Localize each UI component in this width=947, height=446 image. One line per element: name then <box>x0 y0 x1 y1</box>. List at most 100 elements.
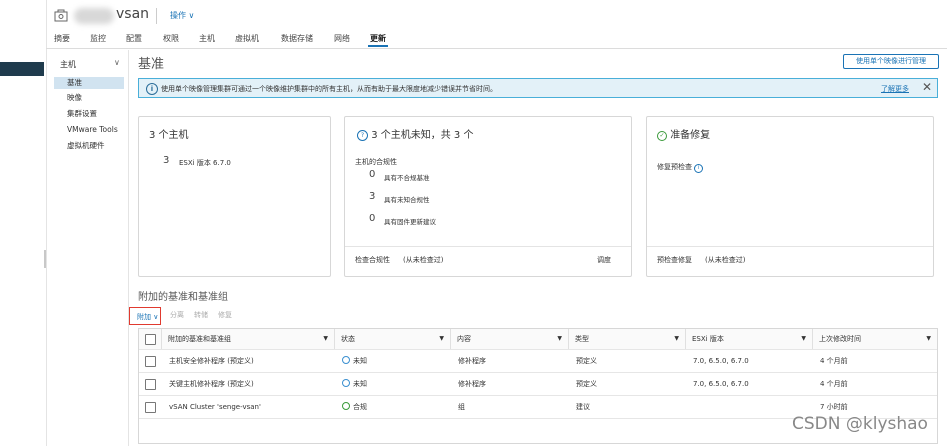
nav-item-cluster-settings[interactable]: 集群设置 <box>54 108 124 120</box>
learn-more-link[interactable]: 了解更多 <box>881 84 909 94</box>
tab-monitor[interactable]: 监控 <box>90 33 106 44</box>
row-checkbox[interactable] <box>145 356 156 367</box>
cell-content: 修补程序 <box>458 357 486 365</box>
esxi-host-count: 3 <box>163 155 170 166</box>
cell-modified: 4 个月前 <box>820 380 848 388</box>
precheck-last-check: (从未检查过) <box>705 256 746 264</box>
updates-nav: 主机 ∨ 基准 映像 集群设置 VMware Tools 虚拟机硬件 <box>46 50 129 446</box>
noncompliant-label: 具有不合规基准 <box>384 174 430 182</box>
table-row[interactable]: 主机安全修补程序 (预定义) 未知 修补程序 预定义 7.0, 6.5.0, 6… <box>139 350 937 373</box>
col-esxi[interactable]: ESXi 版本 ▼ <box>685 329 812 349</box>
col-content[interactable]: 内容 ▼ <box>450 329 568 349</box>
compliance-last-check: (从未检查过) <box>403 256 444 264</box>
firmware-count: 0 <box>369 213 376 224</box>
nav-item-vmware-tools[interactable]: VMware Tools <box>54 124 124 136</box>
table-row[interactable]: 关键主机修补程序 (预定义) 未知 修补程序 预定义 7.0, 6.5.0, 6… <box>139 373 937 396</box>
chevron-down-icon[interactable]: ∨ <box>114 58 120 67</box>
question-icon: ? <box>357 130 368 141</box>
cell-name: vSAN Cluster 'senge-vsan' <box>169 403 261 411</box>
row-checkbox[interactable] <box>145 379 156 390</box>
compliance-card-footer: 检查合规性 (从未检查过) 调度 <box>345 246 631 264</box>
esxi-version-label: ESXi 版本 6.7.0 <box>179 159 231 167</box>
redacted-name <box>74 8 114 24</box>
col-type[interactable]: 类型 ▼ <box>568 329 685 349</box>
precheck-remediation-link[interactable]: 预检查修复 <box>657 255 692 265</box>
cell-esxi: 7.0, 6.5.0, 6.7.0 <box>693 380 749 388</box>
tab-summary[interactable]: 摘要 <box>54 33 70 44</box>
precheck-label: 修复预检查 i <box>657 162 704 173</box>
cell-esxi: 7.0, 6.5.0, 6.7.0 <box>693 357 749 365</box>
csdn-watermark: CSDN @klyshao <box>792 414 928 434</box>
attach-button[interactable]: 附加 ∨ <box>129 307 161 325</box>
detach-button[interactable]: 分离 <box>170 310 184 320</box>
manage-with-image-button[interactable]: 使用单个映像进行管理 <box>843 54 939 69</box>
attach-label: 附加 ∨ <box>137 313 159 321</box>
tab-datastores[interactable]: 数据存储 <box>281 33 313 44</box>
precheck-text: 修复预检查 <box>657 163 692 171</box>
unknown-status-icon <box>342 356 350 364</box>
cell-type: 预定义 <box>576 380 597 388</box>
info-icon: i <box>146 83 158 95</box>
tab-updates[interactable]: 更新 <box>368 33 388 47</box>
check-circle-icon: ✓ <box>657 131 667 141</box>
compliance-card: ? 3 个主机未知，共 3 个 主机的合规性 0 具有不合规基准 3 具有未知合… <box>344 116 632 277</box>
filter-icon: ▼ <box>926 335 931 342</box>
cell-name: 主机安全修补程序 (预定义) <box>169 357 254 365</box>
unknown-label: 具有未知合规性 <box>384 196 430 204</box>
left-strip-selected[interactable] <box>0 62 44 76</box>
filter-icon: ▼ <box>439 335 444 342</box>
attached-baselines-title: 附加的基准和基准组 <box>138 292 228 303</box>
hosts-card: 3 个主机 3 ESXi 版本 6.7.0 <box>138 116 331 277</box>
remediation-card: ✓ 准备修复 修复预检查 i 预检查修复 (从未检查过) <box>646 116 934 277</box>
remediation-title-text: 准备修复 <box>670 130 711 141</box>
remediate-button[interactable]: 修复 <box>218 310 232 320</box>
info-banner: i 使用单个映像管理集群可通过一个映像维护集群中的所有主机，从而有助于最大限度地… <box>138 78 938 98</box>
select-all-checkbox[interactable] <box>145 334 156 345</box>
close-icon[interactable]: ✕ <box>922 80 932 94</box>
tab-permissions[interactable]: 权限 <box>163 33 179 44</box>
compliance-card-title: ? 3 个主机未知，共 3 个 <box>357 126 473 141</box>
hosts-card-title: 3 个主机 <box>149 130 189 141</box>
col-modified[interactable]: 上次修改时间 ▼ <box>812 329 937 349</box>
actions-menu-button[interactable]: 操作 ∨ <box>170 10 194 21</box>
cell-content: 修补程序 <box>458 380 486 388</box>
tab-configure[interactable]: 配置 <box>126 33 142 44</box>
check-compliance-link[interactable]: 检查合规性 <box>355 255 390 265</box>
filter-icon: ▼ <box>674 335 679 342</box>
table-header: 附加的基准和基准组 ▼ 状态 ▼ 内容 ▼ 类型 ▼ ESXi 版本 ▼ 上次修改时间 ▼ <box>139 329 937 350</box>
remediation-card-footer: 预检查修复 (从未检查过) <box>647 246 933 264</box>
nav-item-baselines[interactable]: 基准 <box>54 77 124 89</box>
main-content: 基准 使用单个映像进行管理 i 使用单个映像管理集群可通过一个映像维护集群中的所… <box>128 48 947 446</box>
remediation-card-title: ✓ 准备修复 <box>657 126 710 141</box>
cell-status: 合规 <box>342 396 367 418</box>
compliant-status-icon <box>342 402 350 410</box>
nav-section-hosts[interactable]: 主机 <box>60 59 76 70</box>
cell-status: 未知 <box>342 350 367 372</box>
compliance-subtitle: 主机的合规性 <box>355 158 397 166</box>
row-checkbox[interactable] <box>145 402 156 413</box>
unknown-count: 3 <box>369 191 376 202</box>
unknown-status-icon <box>342 379 350 387</box>
tab-vms[interactable]: 虚拟机 <box>235 33 259 44</box>
header-divider <box>156 8 157 24</box>
filter-icon: ▼ <box>801 335 806 342</box>
nav-item-vm-hardware[interactable]: 虚拟机硬件 <box>54 140 124 152</box>
filter-icon: ▼ <box>557 335 562 342</box>
page-title: 基准 <box>138 57 165 72</box>
banner-text: 使用单个映像管理集群可通过一个映像维护集群中的所有主机，从而有助于最大限度地减少… <box>161 85 497 93</box>
tab-hosts[interactable]: 主机 <box>199 33 215 44</box>
col-status[interactable]: 状态 ▼ <box>334 329 450 349</box>
cell-type: 预定义 <box>576 357 597 365</box>
filter-icon: ▼ <box>323 335 328 342</box>
col-name[interactable]: 附加的基准和基准组 ▼ <box>161 329 334 349</box>
schedule-link[interactable]: 调度 <box>597 255 611 265</box>
object-title: vsan <box>116 6 150 22</box>
cell-modified: 4 个月前 <box>820 357 848 365</box>
stage-button[interactable]: 转储 <box>194 310 208 320</box>
info-icon[interactable]: i <box>694 164 704 173</box>
firmware-label: 具有固件更新建议 <box>384 218 436 226</box>
nav-item-image[interactable]: 映像 <box>54 92 124 104</box>
object-header: vsan 操作 ∨ 摘要 监控 配置 权限 主机 虚拟机 数据存储 网络 更新 <box>46 0 947 49</box>
noncompliant-count: 0 <box>369 169 376 180</box>
tab-networks[interactable]: 网络 <box>334 33 350 44</box>
